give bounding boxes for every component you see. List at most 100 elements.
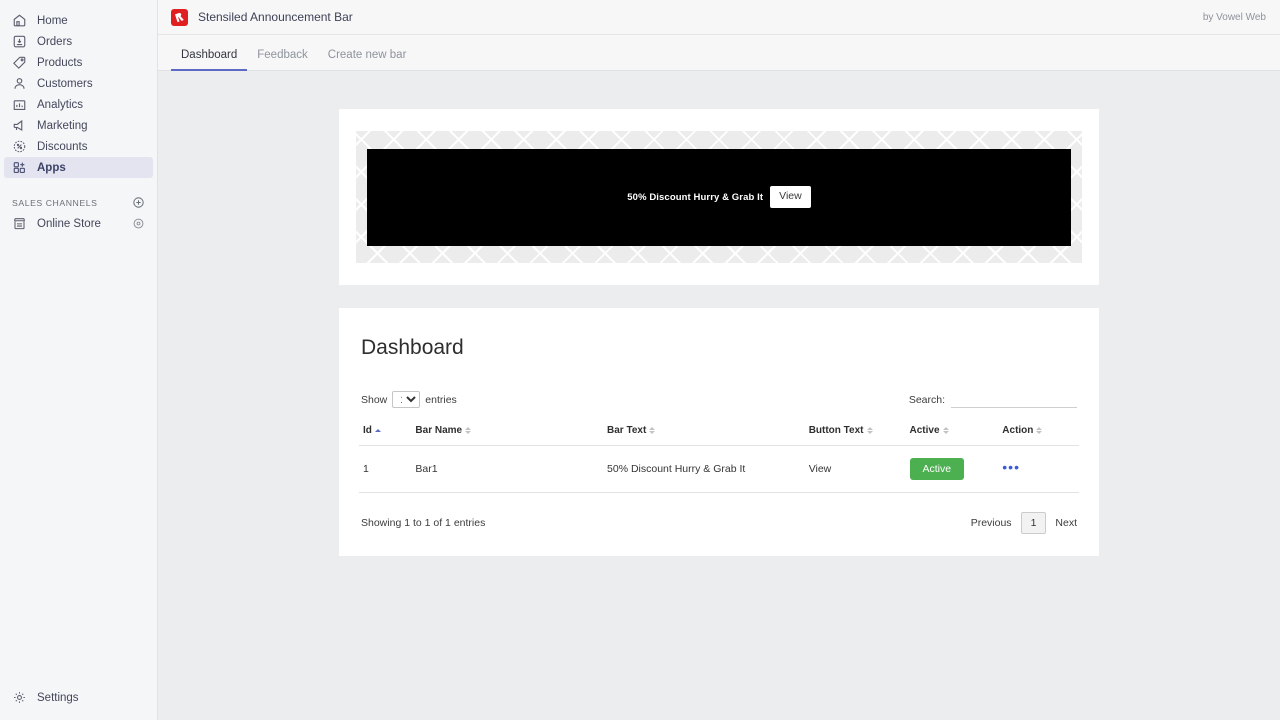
cell-bar-text: 50% Discount Hurry & Grab It <box>603 445 805 493</box>
sidebar-item-online-store[interactable]: Online Store <box>4 213 153 234</box>
column-label: Id <box>363 425 372 436</box>
page-number-button[interactable]: 1 <box>1020 512 1047 534</box>
sort-icon <box>465 427 472 434</box>
tab-label: Dashboard <box>181 48 238 61</box>
sidebar-item-label: Products <box>37 56 83 69</box>
ellipsis-icon[interactable]: ••• <box>1002 459 1020 475</box>
products-icon <box>12 55 27 70</box>
column-header-action[interactable]: Action <box>998 419 1079 446</box>
column-label: Action <box>1002 425 1034 436</box>
column-label: Button Text <box>808 425 864 436</box>
search-input[interactable] <box>951 391 1077 408</box>
entries-label: entries <box>425 393 457 406</box>
next-page-button[interactable]: Next <box>1055 517 1077 529</box>
page-length-select[interactable]: 10 25 50 100 <box>392 391 421 408</box>
sales-channels-title: SALES CHANNELS <box>12 197 98 208</box>
announcement-bar-text: 50% Discount Hurry & Grab It <box>627 191 764 203</box>
column-header-bar-text[interactable]: Bar Text <box>603 419 805 446</box>
search-label: Search: <box>908 393 945 406</box>
analytics-icon <box>12 97 27 112</box>
table-head: Id Bar Name Bar Text Button Text Active … <box>359 419 1079 446</box>
app-title: Stensiled Announcement Bar <box>198 10 353 24</box>
sidebar-item-label: Home <box>37 14 68 27</box>
app-byline: by Vowel Web <box>1202 11 1266 23</box>
sort-icon <box>866 427 873 434</box>
tab-label: Feedback <box>257 48 308 61</box>
sidebar-footer: Settings <box>0 687 157 720</box>
sidebar-item-label: Online Store <box>37 217 101 230</box>
bars-table: Id Bar Name Bar Text Button Text Active … <box>359 419 1079 493</box>
eye-icon[interactable] <box>132 217 145 230</box>
pagination: Previous 1 Next <box>971 512 1077 534</box>
cell-action: ••• <box>998 445 1079 493</box>
app-header: Stensiled Announcement Bar by Vowel Web <box>158 0 1280 35</box>
column-header-bar-name[interactable]: Bar Name <box>411 419 604 446</box>
previous-page-button[interactable]: Previous <box>971 517 1012 529</box>
customers-icon <box>12 76 27 91</box>
sidebar-item-label: Apps <box>37 161 66 174</box>
discounts-icon <box>12 139 27 154</box>
cell-bar-name: Bar1 <box>411 445 604 493</box>
preview-hatch-backdrop: 50% Discount Hurry & Grab It View <box>356 131 1082 263</box>
sidebar-item-analytics[interactable]: Analytics <box>4 94 153 115</box>
column-header-active[interactable]: Active <box>905 419 999 446</box>
tab-dashboard[interactable]: Dashboard <box>171 48 248 71</box>
entries-info: Showing 1 to 1 of 1 entries <box>361 517 486 529</box>
sidebar-item-orders[interactable]: Orders <box>4 31 153 52</box>
sidebar-item-label: Settings <box>37 691 79 704</box>
cell-id: 1 <box>359 445 412 493</box>
sidebar-item-label: Orders <box>37 35 73 48</box>
orders-icon <box>12 34 27 49</box>
sidebar-item-settings[interactable]: Settings <box>4 687 153 708</box>
store-icon <box>12 216 27 231</box>
sidebar-item-products[interactable]: Products <box>4 52 153 73</box>
column-label: Bar Name <box>415 425 463 436</box>
stensiled-logo-icon <box>171 8 188 26</box>
announcement-preview-card: 50% Discount Hurry & Grab It View <box>339 109 1099 285</box>
tab-create-new-bar[interactable]: Create new bar <box>318 48 417 71</box>
sidebar: Home Orders Products Customers Analytics… <box>0 0 158 720</box>
cell-active: Active <box>905 445 999 493</box>
column-label: Bar Text <box>607 425 647 436</box>
sidebar-item-label: Customers <box>37 77 93 90</box>
page-title: Dashboard <box>361 336 464 359</box>
home-icon <box>12 13 27 28</box>
show-entries-control: Show 10 25 50 100 entries <box>361 391 457 408</box>
sidebar-item-customers[interactable]: Customers <box>4 73 153 94</box>
sidebar-item-apps[interactable]: Apps <box>4 157 153 178</box>
sort-icon <box>649 427 656 434</box>
sidebar-item-label: Analytics <box>37 98 84 111</box>
sort-ascending-icon <box>374 429 381 432</box>
sidebar-item-home[interactable]: Home <box>4 10 153 31</box>
announcement-bar-preview: 50% Discount Hurry & Grab It View <box>367 148 1071 246</box>
tab-label: Create new bar <box>327 48 407 61</box>
sales-channels-header: SALES CHANNELS <box>12 196 145 209</box>
apps-icon <box>12 160 27 175</box>
show-label: Show <box>361 393 388 406</box>
column-header-id[interactable]: Id <box>359 419 412 446</box>
primary-nav: Home Orders Products Customers Analytics… <box>0 10 157 178</box>
sort-icon <box>942 427 949 434</box>
sidebar-item-label: Marketing <box>37 119 88 132</box>
tab-bar: Dashboard Feedback Create new bar <box>158 35 1280 71</box>
tab-feedback[interactable]: Feedback <box>247 48 318 71</box>
announcement-bar-view-button[interactable]: View <box>770 186 811 208</box>
search-control: Search: <box>908 391 1077 408</box>
column-label: Active <box>909 425 940 436</box>
sidebar-item-marketing[interactable]: Marketing <box>4 115 153 136</box>
sidebar-item-discounts[interactable]: Discounts <box>4 136 153 157</box>
table-controls: Show 10 25 50 100 entries Search: <box>359 391 1079 408</box>
plus-circle-icon[interactable] <box>132 196 145 209</box>
status-badge[interactable]: Active <box>909 458 965 480</box>
table-header-row: Id Bar Name Bar Text Button Text Active … <box>359 419 1079 446</box>
sort-icon <box>1036 427 1043 434</box>
main-area: Stensiled Announcement Bar by Vowel Web … <box>158 0 1280 720</box>
sidebar-item-label: Discounts <box>37 140 88 153</box>
gear-icon <box>12 690 27 705</box>
marketing-icon <box>12 118 27 133</box>
dashboard-card: Dashboard Show 10 25 50 100 entries Sear… <box>339 308 1099 556</box>
table-body: 1 Bar1 50% Discount Hurry & Grab It View… <box>359 445 1079 493</box>
cell-button-text: View <box>804 445 906 493</box>
content-scroll: 50% Discount Hurry & Grab It View Dashbo… <box>158 71 1280 720</box>
column-header-button-text[interactable]: Button Text <box>804 419 906 446</box>
